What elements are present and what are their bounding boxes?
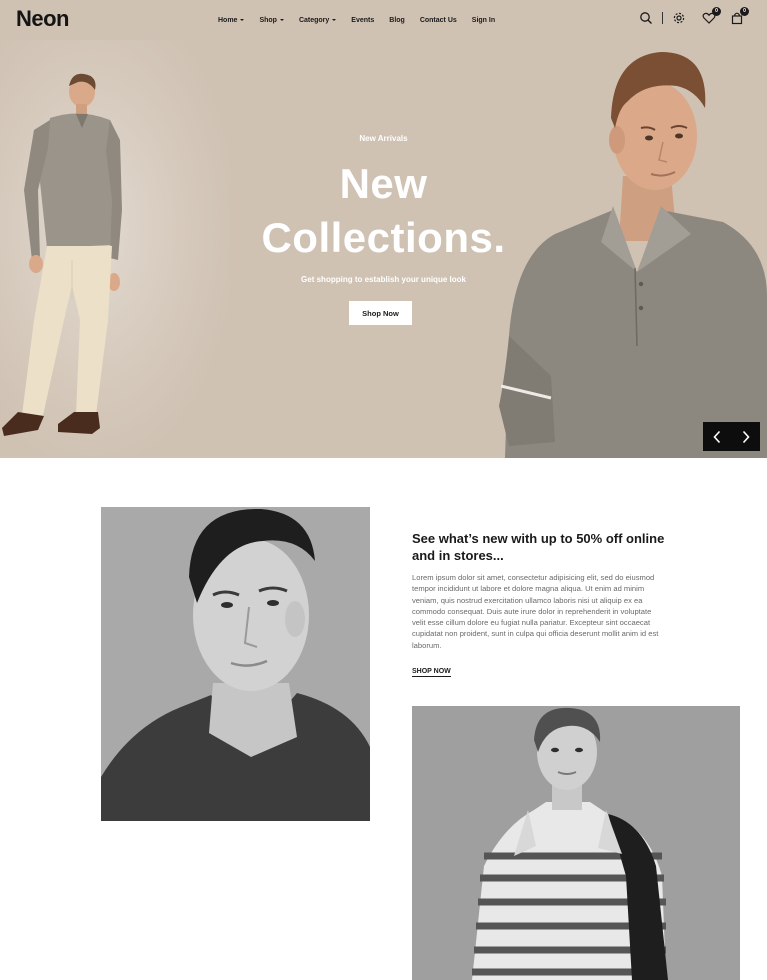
bag-icon[interactable]: 0 <box>730 7 749 25</box>
hero-eyebrow: New Arrivals <box>359 134 408 143</box>
hero-title-line1: New <box>339 160 428 207</box>
nav-shop[interactable]: Shop <box>259 14 284 26</box>
hero-title-line2: Collections. <box>261 214 506 261</box>
feature-image-man <box>101 507 370 821</box>
feature-shop-now-link[interactable]: SHOP NOW <box>412 668 451 677</box>
hero-subtitle: Get shopping to establish your unique lo… <box>301 275 466 284</box>
nav-home[interactable]: Home <box>218 14 245 26</box>
wishlist-count-badge: 0 <box>712 7 721 16</box>
cart-count-badge: 0 <box>740 7 749 16</box>
brand-logo[interactable]: Neon <box>16 6 70 32</box>
chevron-down-icon <box>240 19 245 21</box>
main-nav: Home Shop Category Events Blog Contact U… <box>218 14 510 26</box>
chevron-left-icon[interactable] <box>708 428 726 446</box>
feature-title: See what’s new with up to 50% off online… <box>412 531 665 563</box>
nav-sign-in[interactable]: Sign In <box>472 14 495 26</box>
nav-label: Shop <box>259 16 277 24</box>
search-icon[interactable] <box>639 11 653 25</box>
feature-image-woman <box>412 706 740 980</box>
header-icons: 0 0 <box>639 7 749 25</box>
header-divider <box>662 12 663 24</box>
feature-body: Lorem ipsum dolor sit amet, consectetur … <box>412 573 659 650</box>
nav-label: Home <box>218 16 238 24</box>
nav-category[interactable]: Category <box>298 14 337 26</box>
nav-blog[interactable]: Blog <box>389 14 405 26</box>
nav-contact-us[interactable]: Contact Us <box>420 14 457 26</box>
heart-icon[interactable]: 0 <box>702 7 721 25</box>
chevron-down-icon <box>279 19 284 21</box>
nav-label: Category <box>298 16 330 24</box>
chevron-down-icon <box>332 19 337 21</box>
slider-controls <box>703 422 760 451</box>
site-header: Neon Home Shop Category Events Blog Cont… <box>0 0 767 40</box>
chevron-right-icon[interactable] <box>737 428 755 446</box>
page: Neon Home Shop Category Events Blog Cont… <box>0 0 767 980</box>
nav-events[interactable]: Events <box>351 14 374 26</box>
hero-slider: Neon Home Shop Category Events Blog Cont… <box>0 0 767 458</box>
shop-now-button[interactable]: Shop Now <box>349 301 412 325</box>
settings-icon[interactable] <box>672 11 686 25</box>
